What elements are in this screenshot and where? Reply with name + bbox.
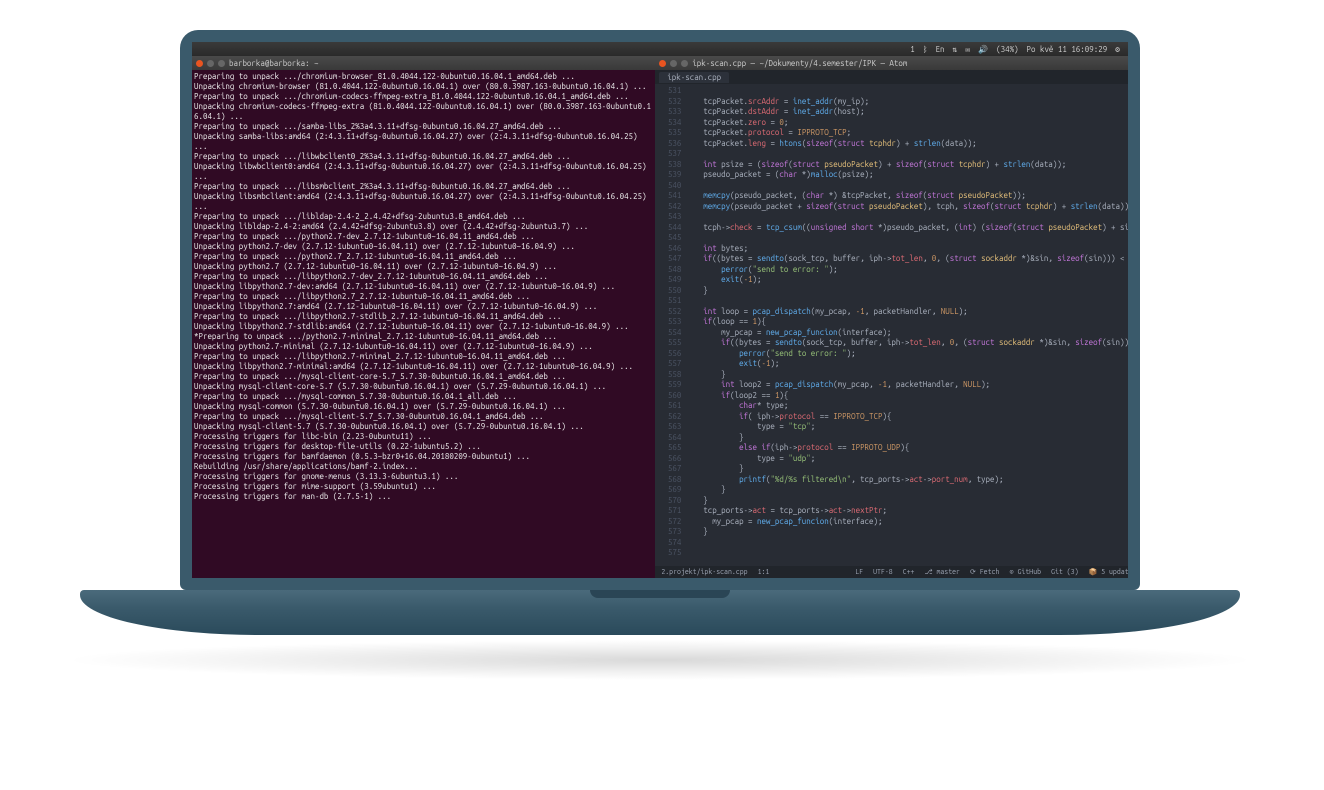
gear-icon[interactable]: ⚙ xyxy=(1115,45,1120,54)
minimize-icon[interactable] xyxy=(670,60,677,67)
atom-statusbar: 2.projekt/ipk-scan.cpp 1:1 LF UTF-8 C++ … xyxy=(655,566,1128,578)
close-icon[interactable] xyxy=(659,60,666,67)
status-path[interactable]: 2.projekt/ipk-scan.cpp xyxy=(661,568,747,576)
notification-badge[interactable]: 1 xyxy=(910,45,914,54)
atom-title: ipk-scan.cpp — ~/Dokumenty/4.semester/IP… xyxy=(692,59,907,68)
screen: 1 ᛒ En ⇅ ✉ 🔊 (34%) Po kvě 11 16:09:29 ⚙ … xyxy=(192,42,1128,578)
status-git[interactable]: Git (3) xyxy=(1051,568,1078,576)
laptop-frame: 1 ᛒ En ⇅ ✉ 🔊 (34%) Po kvě 11 16:09:29 ⚙ … xyxy=(180,30,1140,590)
laptop-shadow xyxy=(60,640,1260,680)
minimize-icon[interactable] xyxy=(207,60,214,67)
status-fetch[interactable]: ⟳ Fetch xyxy=(970,568,999,576)
bluetooth-icon[interactable]: ᛒ xyxy=(923,45,928,54)
atom-window: ipk-scan.cpp — ~/Dokumenty/4.semester/IP… xyxy=(655,56,1128,578)
atom-tabbar: ipk-scan.cpp xyxy=(655,70,1128,84)
terminal-window: barborka@barborka: ~ Preparing to unpack… xyxy=(192,56,655,578)
atom-titlebar[interactable]: ipk-scan.cpp — ~/Dokumenty/4.semester/IP… xyxy=(655,56,1128,70)
battery-label[interactable]: (34%) xyxy=(996,45,1018,54)
atom-editor[interactable]: 5315325335345355365375385395405415425435… xyxy=(655,84,1128,566)
status-github[interactable]: ⊙ GitHub xyxy=(1009,568,1041,576)
atom-tab[interactable]: ipk-scan.cpp xyxy=(659,72,729,83)
clock[interactable]: Po kvě 11 16:09:29 xyxy=(1027,45,1108,54)
status-encoding[interactable]: UTF-8 xyxy=(873,568,893,576)
volume-icon[interactable]: 🔊 xyxy=(978,45,988,54)
terminal-titlebar[interactable]: barborka@barborka: ~ xyxy=(192,56,655,70)
maximize-icon[interactable] xyxy=(681,60,688,67)
workspace: barborka@barborka: ~ Preparing to unpack… xyxy=(192,56,1128,578)
status-eol[interactable]: LF xyxy=(855,568,863,576)
code-area[interactable]: tcpPacket.srcAddr = inet_addr(my_ip); tc… xyxy=(685,84,1128,566)
status-cursor[interactable]: 1:1 xyxy=(758,568,770,576)
status-branch[interactable]: ⎇ master xyxy=(924,568,960,576)
laptop-base xyxy=(80,590,1240,635)
close-icon[interactable] xyxy=(196,60,203,67)
status-lang[interactable]: C++ xyxy=(903,568,915,576)
mail-icon[interactable]: ✉ xyxy=(965,45,970,54)
system-menubar: 1 ᛒ En ⇅ ✉ 🔊 (34%) Po kvě 11 16:09:29 ⚙ xyxy=(192,42,1128,56)
terminal-title: barborka@barborka: ~ xyxy=(229,59,319,68)
status-updates[interactable]: 📦 5 updates xyxy=(1089,568,1129,576)
maximize-icon[interactable] xyxy=(218,60,225,67)
network-icon[interactable]: ⇅ xyxy=(953,45,958,54)
keyboard-lang[interactable]: En xyxy=(936,45,945,54)
line-gutter: 5315325335345355365375385395405415425435… xyxy=(655,84,685,566)
terminal-body[interactable]: Preparing to unpack .../chromium-browser… xyxy=(192,70,655,578)
